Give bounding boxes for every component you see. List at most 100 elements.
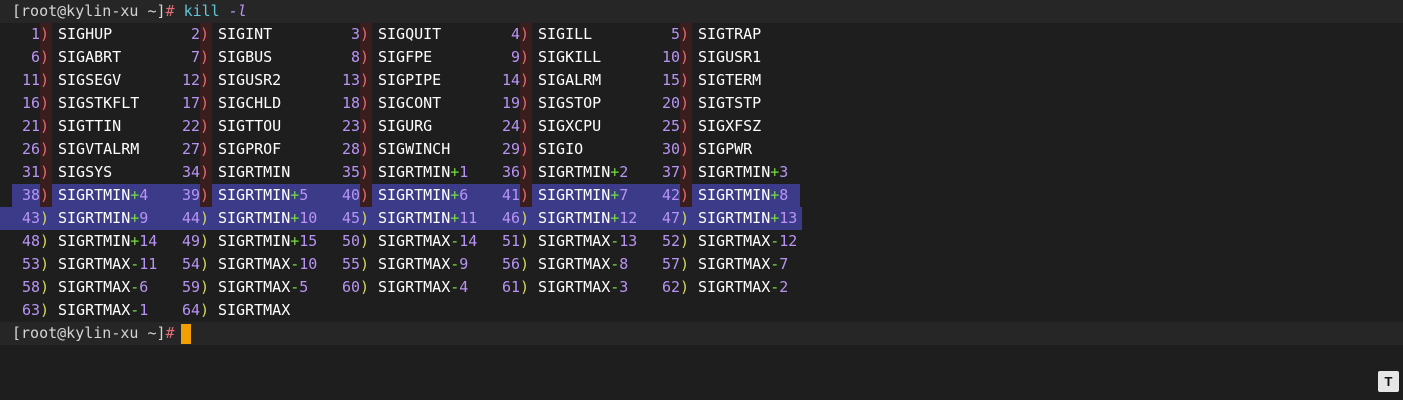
signal-name: SIGRTMAX-14 [378, 232, 478, 250]
signal-name: SIGCHLD [218, 94, 282, 112]
signal-entry: 47) SIGRTMIN+13 [652, 207, 812, 230]
signal-number: 10 [661, 48, 680, 66]
signal-number: 9 [510, 48, 520, 66]
text-cursor [180, 323, 191, 344]
signal-row: 11) SIGSEGV 12) SIGUSR2 13) SIGPIPE 14) SIGALRM… [0, 69, 1403, 92]
signal-name: SIGHUP [58, 25, 113, 43]
signal-entry: 15) SIGTERM [652, 69, 812, 92]
signal-paren: ) [360, 23, 372, 46]
signal-number: 59 [181, 278, 200, 296]
signal-paren: ) [200, 46, 212, 69]
signal-number: 63 [21, 301, 40, 319]
prompt-line-command: [root@kylin-xu ~]# kill -l [0, 0, 1403, 23]
signal-number: 1 [30, 25, 40, 43]
signal-entry: 18) SIGCONT [332, 92, 492, 115]
signal-row: 38) SIGRTMIN+4 39) SIGRTMIN+5 40) SIGRTMIN+6 4… [0, 184, 1403, 207]
signal-name: SIGTERM [698, 71, 762, 89]
signal-number: 18 [341, 94, 360, 112]
signal-paren: ) [520, 115, 532, 138]
text-mode-icon[interactable]: T [1378, 371, 1399, 392]
signal-paren: ) [40, 209, 50, 227]
signal-paren: ) [360, 115, 372, 138]
signal-paren: ) [40, 92, 52, 115]
signal-name: SIGTTOU [218, 117, 282, 135]
signal-paren: ) [40, 301, 50, 319]
signal-number: 24 [501, 117, 520, 135]
signal-entry: 38) SIGRTMIN+4 [12, 184, 172, 207]
terminal-window[interactable]: [root@kylin-xu ~]# kill -l 1) SIGHUP 2) SIG… [0, 0, 1403, 345]
signal-entry: 8) SIGFPE [332, 46, 492, 69]
signal-name: SIGRTMIN+9 [58, 209, 149, 227]
signal-name: SIGBUS [218, 48, 273, 66]
prompt-line-current[interactable]: [root@kylin-xu ~]# [0, 322, 1403, 345]
signal-paren: ) [200, 255, 210, 273]
signal-paren: ) [360, 92, 372, 115]
signal-entry: 25) SIGXFSZ [652, 115, 812, 138]
signal-entry: 30) SIGPWR [652, 138, 812, 161]
signal-entry: 7) SIGBUS [172, 46, 332, 69]
signal-number: 43 [21, 209, 40, 227]
signal-name: SIGTRAP [698, 25, 762, 43]
signal-paren: ) [680, 184, 692, 207]
signal-paren: ) [680, 92, 692, 115]
signal-number: 14 [501, 71, 520, 89]
signal-name: SIGRTMAX-13 [538, 232, 638, 250]
signal-name: SIGURG [378, 117, 433, 135]
signal-entry: 6) SIGABRT [12, 46, 172, 69]
signal-entry: 43) SIGRTMIN+9 [12, 207, 172, 230]
signal-number: 15 [661, 71, 680, 89]
signal-entry: 27) SIGPROF [172, 138, 332, 161]
signal-number: 56 [501, 255, 520, 273]
signal-list: 1) SIGHUP 2) SIGINT 3) SIGQUIT 4) SIGILL 5) SIGTR… [0, 23, 1403, 322]
signal-paren: ) [40, 69, 52, 92]
signal-paren: ) [680, 46, 692, 69]
signal-name: SIGPWR [698, 140, 753, 158]
signal-paren: ) [360, 161, 372, 184]
signal-paren: ) [680, 232, 690, 250]
signal-entry: 23) SIGURG [332, 115, 492, 138]
signal-number: 22 [181, 117, 200, 135]
signal-entry: 55) SIGRTMAX-9 [332, 253, 492, 276]
signal-entry: 14) SIGALRM [492, 69, 652, 92]
signal-number: 41 [501, 186, 520, 204]
signal-number: 44 [181, 209, 200, 227]
signal-paren: ) [40, 138, 52, 161]
signal-name: SIGRTMIN+12 [538, 209, 638, 227]
signal-entry: 3) SIGQUIT [332, 23, 492, 46]
signal-number: 26 [21, 140, 40, 158]
signal-name: SIGSTOP [538, 94, 602, 112]
signal-entry: 57) SIGRTMAX-7 [652, 253, 812, 276]
signal-row: 63) SIGRTMAX-1 64) SIGRTMAX [0, 299, 1403, 322]
signal-number: 61 [501, 278, 520, 296]
signal-paren: ) [200, 278, 210, 296]
signal-number: 23 [341, 117, 360, 135]
signal-entry: 51) SIGRTMAX-13 [492, 230, 652, 253]
signal-row: 26) SIGVTALRM 27) SIGPROF 28) SIGWINCH 29) SIGI… [0, 138, 1403, 161]
signal-entry: 49) SIGRTMIN+15 [172, 230, 332, 253]
signal-number: 42 [661, 186, 680, 204]
signal-name: SIGRTMIN+5 [218, 186, 309, 204]
signal-row: 1) SIGHUP 2) SIGINT 3) SIGQUIT 4) SIGILL 5) SIGTR… [0, 23, 1403, 46]
signal-paren: ) [200, 161, 212, 184]
command-name: kill [183, 2, 220, 20]
signal-number: 6 [30, 48, 40, 66]
signal-paren: ) [360, 46, 372, 69]
signal-paren: ) [520, 161, 532, 184]
signal-paren: ) [680, 161, 692, 184]
signal-name: SIGRTMIN+6 [378, 186, 469, 204]
signal-name: SIGRTMAX [218, 301, 291, 319]
signal-entry: 10) SIGUSR1 [652, 46, 812, 69]
signal-name: SIGRTMIN+3 [698, 163, 789, 181]
signal-number: 17 [181, 94, 200, 112]
signal-name: SIGRTMAX-6 [58, 278, 149, 296]
signal-entry: 59) SIGRTMAX-5 [172, 276, 332, 299]
signal-entry: 50) SIGRTMAX-14 [332, 230, 492, 253]
signal-entry: 39) SIGRTMIN+5 [172, 184, 332, 207]
signal-number: 3 [350, 25, 360, 43]
signal-paren: ) [200, 115, 212, 138]
signal-number: 21 [21, 117, 40, 135]
signal-number: 16 [21, 94, 40, 112]
signal-number: 7 [190, 48, 200, 66]
signal-paren: ) [680, 69, 692, 92]
signal-name: SIGINT [218, 25, 273, 43]
